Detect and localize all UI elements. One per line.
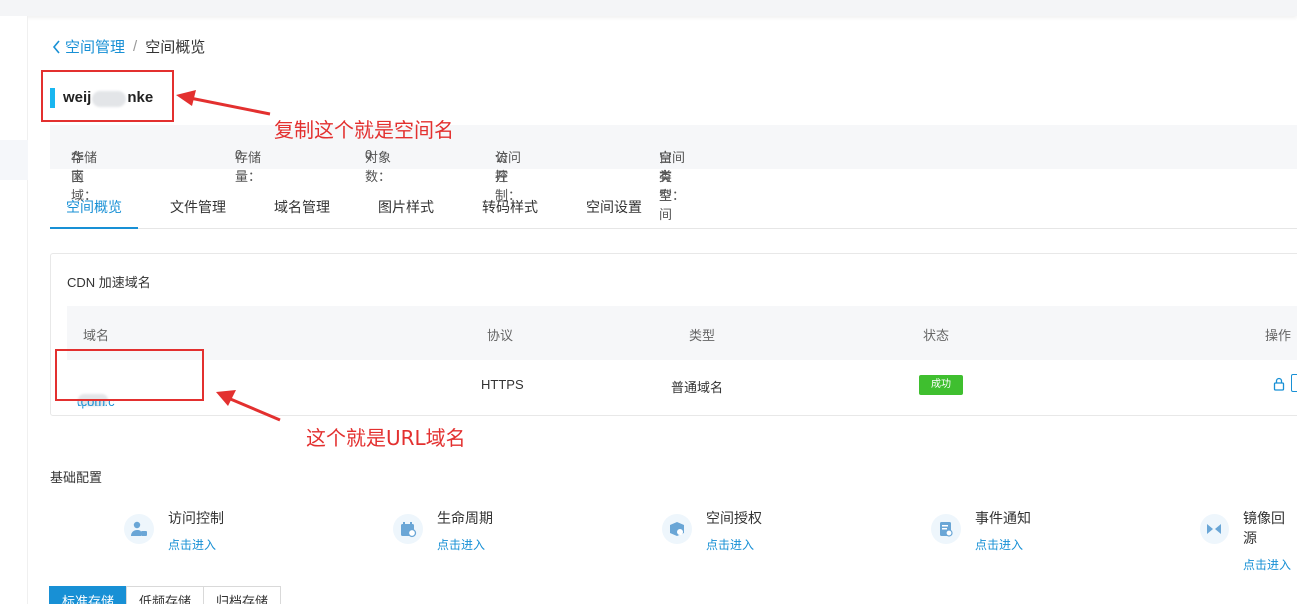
calendar-icon bbox=[393, 514, 423, 544]
tab-standard-storage[interactable]: 标准存储 bbox=[49, 586, 128, 604]
enter-link[interactable]: 点击进入 bbox=[975, 536, 1031, 553]
cdn-table-header: 域名 协议 类型 状态 操作 bbox=[67, 306, 1297, 360]
config-title: 事件通知 bbox=[975, 510, 1031, 526]
tab-image-styles[interactable]: 图片样式 bbox=[378, 188, 434, 229]
domain-end[interactable]: .com bbox=[77, 394, 105, 409]
bucket-name: weij nke bbox=[63, 89, 154, 107]
bucket-title: weij nke bbox=[50, 88, 153, 108]
lock-icon[interactable] bbox=[1273, 377, 1285, 394]
type-cell: 普通域名 bbox=[671, 380, 724, 395]
tab-transcode-styles[interactable]: 转码样式 bbox=[482, 188, 538, 229]
annotation-domain-note: 这个就是URL域名 bbox=[306, 426, 466, 450]
cdn-domain-card: CDN 加速域名 域名 协议 类型 状态 操作 qinui.c.com HTTP… bbox=[50, 253, 1297, 416]
enter-link[interactable]: 点击进入 bbox=[437, 536, 493, 553]
redaction-blur bbox=[92, 90, 127, 107]
config-access-control[interactable]: 访问控制 点击进入 bbox=[124, 508, 224, 553]
storage-value: 0 bbox=[235, 147, 243, 162]
col-status: 状态 bbox=[923, 328, 950, 343]
arrow-to-bucket bbox=[176, 90, 271, 116]
edit-icon[interactable] bbox=[1291, 374, 1297, 392]
config-title: 空间授权 bbox=[706, 510, 762, 526]
chevron-left-icon bbox=[52, 39, 60, 54]
bucket-name-start: weij bbox=[63, 89, 92, 107]
box-icon bbox=[662, 514, 692, 544]
config-title: 生命周期 bbox=[437, 510, 493, 526]
breadcrumb-current: 空间概览 bbox=[145, 39, 206, 56]
config-event-notify[interactable]: 事件通知 点击进入 bbox=[931, 508, 1031, 553]
tab-infrequent-storage[interactable]: 低频存储 bbox=[126, 586, 205, 604]
top-bar bbox=[0, 0, 1297, 16]
enter-link[interactable]: 点击进入 bbox=[1243, 556, 1297, 573]
document-icon bbox=[931, 514, 961, 544]
bucket-name-end: nke bbox=[127, 89, 154, 107]
breadcrumb-separator: / bbox=[133, 38, 138, 55]
col-type: 类型 bbox=[689, 328, 716, 343]
tab-settings[interactable]: 空间设置 bbox=[586, 188, 642, 229]
breadcrumb: 空间管理 / 空间概览 bbox=[52, 36, 205, 57]
tab-domains[interactable]: 域名管理 bbox=[274, 188, 330, 229]
tab-overview[interactable]: 空间概览 bbox=[50, 188, 138, 229]
enter-link[interactable]: 点击进入 bbox=[168, 536, 224, 553]
objects-value: 0 bbox=[365, 147, 373, 162]
left-sidebar bbox=[0, 16, 28, 604]
protocol-cell: HTTPS bbox=[481, 377, 524, 392]
status-badge: 成功 bbox=[919, 375, 963, 395]
col-domain: 域名 bbox=[83, 328, 110, 343]
storage-class-tabs: 标准存储 低频存储 归档存储 bbox=[49, 586, 282, 604]
cdn-card-title: CDN 加速域名 bbox=[67, 275, 151, 290]
title-accent-bar bbox=[50, 88, 55, 108]
sidebar-active-item[interactable] bbox=[0, 140, 28, 180]
config-mirror[interactable]: 镜像回源 点击进入 bbox=[1200, 508, 1297, 573]
access-value: 公开 bbox=[495, 150, 509, 184]
enter-link[interactable]: 点击进入 bbox=[706, 536, 762, 553]
config-authorization[interactable]: 空间授权 点击进入 bbox=[662, 508, 762, 553]
tab-archive-storage[interactable]: 归档存储 bbox=[203, 586, 282, 604]
config-title: 访问控制 bbox=[168, 510, 224, 526]
user-lock-icon bbox=[124, 514, 154, 544]
bucket-tabs: 空间概览 文件管理 域名管理 图片样式 转码样式 空间设置 bbox=[50, 188, 1297, 229]
basic-config-title: 基础配置 bbox=[50, 470, 103, 485]
config-lifecycle[interactable]: 生命周期 点击进入 bbox=[393, 508, 493, 553]
col-actions: 操作 bbox=[1265, 328, 1292, 343]
back-link[interactable]: 空间管理 bbox=[52, 36, 125, 57]
region-value: 华南 bbox=[71, 150, 85, 184]
back-link-label[interactable]: 空间管理 bbox=[65, 36, 125, 57]
config-title: 镜像回源 bbox=[1242, 510, 1285, 546]
table-row: qinui.c.com HTTPS 普通域名 成功 bbox=[67, 360, 1297, 410]
col-protocol: 协议 bbox=[487, 328, 514, 343]
annotation-bucket-note: 复制这个就是空间名 bbox=[274, 118, 454, 142]
mirror-icon bbox=[1200, 514, 1229, 544]
tab-files[interactable]: 文件管理 bbox=[170, 188, 226, 229]
bucket-info-bar: 存储区域： 华南 存储量： 0 对象数： 0 访问控制： 公开 空间类型： 自有… bbox=[50, 125, 1297, 222]
